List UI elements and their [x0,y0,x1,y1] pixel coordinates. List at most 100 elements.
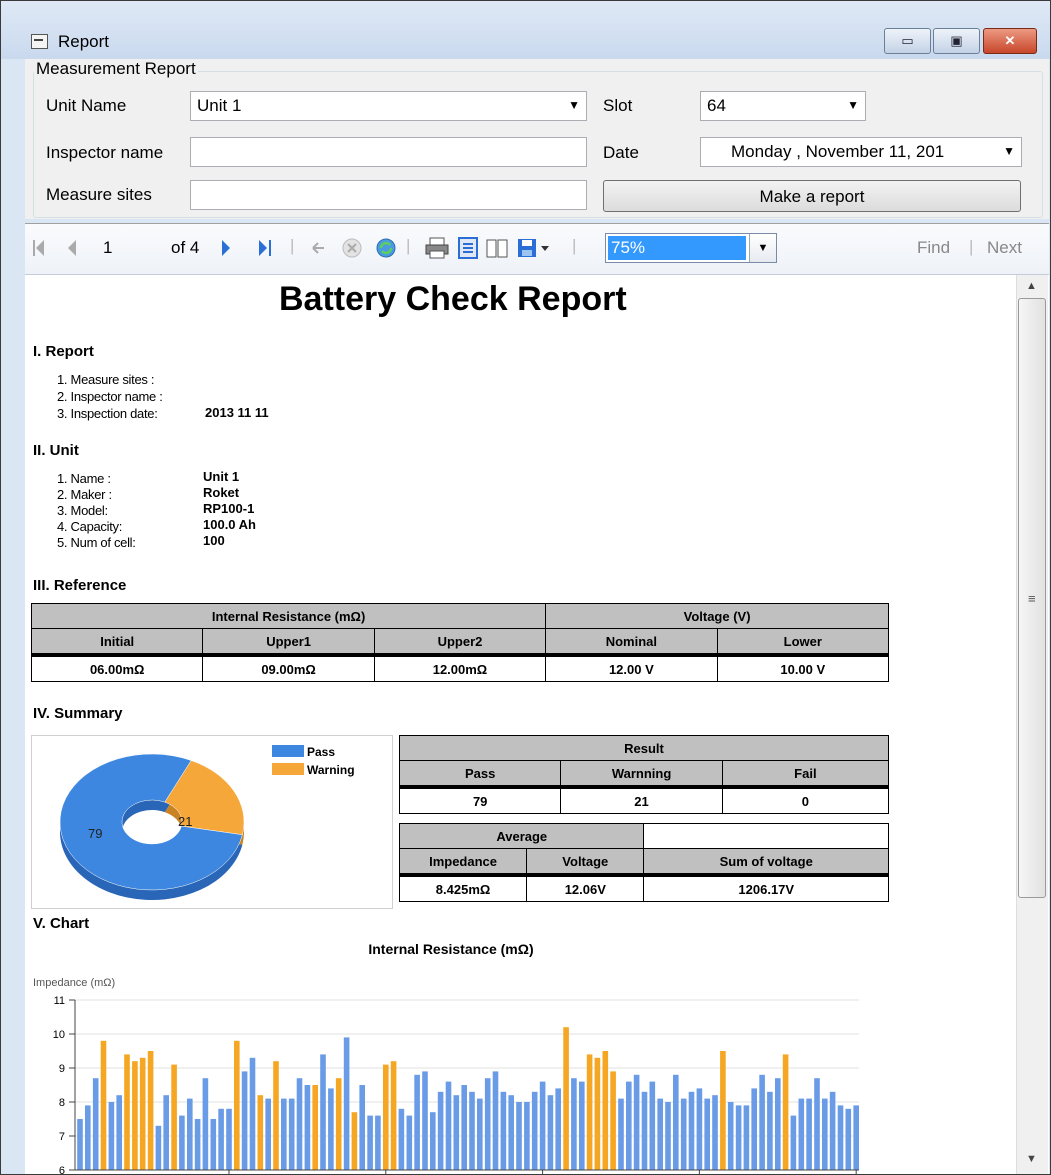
legend-label: Warning [307,763,355,777]
chart-title: Internal Resistance (mΩ) [368,941,533,957]
unit-name-label: Unit Name [46,96,127,115]
table-cell: 06.00mΩ [30,653,204,682]
chart-bar [641,1091,648,1170]
refresh-icon[interactable] [375,237,397,259]
report-window: Report ▭ ▣ ✕ Measurement Report Unit Nam… [0,0,1051,1175]
current-page-input[interactable]: 1 [103,238,112,258]
section-reference: III. Reference [33,577,127,594]
stop-icon[interactable] [341,237,363,259]
last-page-icon[interactable] [258,237,272,259]
chart-bar [579,1081,585,1170]
chart-bar [116,1095,122,1170]
chart-bar [375,1115,381,1170]
unit-value: RP100-1 [203,501,255,516]
table-cell: 0 [721,785,890,814]
chart-bar [422,1071,428,1170]
chart-bar [226,1108,232,1170]
scroll-up-icon[interactable]: ▲ [1026,280,1037,292]
unit-item: 3. Model: [57,503,108,518]
chart-bar [712,1095,718,1170]
chart-bar [618,1098,624,1170]
chart-bar [383,1064,389,1170]
unit-item: 4. Capacity: [57,519,123,534]
toolbar-separator: | [969,237,974,256]
chart-bar [665,1102,671,1170]
back-icon[interactable] [311,237,325,259]
chart-bar [469,1091,475,1170]
chart-bar [767,1091,773,1170]
print-icon[interactable] [425,237,449,259]
chart-bar [531,1091,538,1170]
measure-sites-input[interactable] [190,180,587,210]
vertical-scrollbar[interactable]: ▲ ≡ ▼ [1016,275,1048,1174]
chart-bar [296,1078,303,1170]
title-bar[interactable]: Report ▭ ▣ ✕ [1,1,1050,59]
chart-bar [539,1081,546,1170]
unit-name-value: Unit 1 [197,96,242,115]
first-page-icon[interactable] [33,237,45,259]
y-tick-label: 8 [59,1097,65,1109]
legend-swatch-warning [272,763,304,775]
export-icon[interactable] [517,237,551,259]
chart-bar [92,1078,99,1170]
chart-bar [85,1105,91,1170]
inspector-name-input[interactable] [190,137,587,167]
chart-bar [563,1027,569,1170]
maximize-button[interactable]: ▣ [933,28,980,54]
chart-bar [320,1054,326,1170]
slot-label: Slot [603,96,633,115]
viewer-toolbar: 1 of 4 | | | 75% ▼ Find | Next [25,224,1049,275]
scrollbar-thumb[interactable]: ≡ [1018,298,1046,898]
column-header: Nominal [545,628,718,656]
make-report-button[interactable]: Make a report [603,180,1021,212]
close-button[interactable]: ✕ [983,28,1037,54]
y-tick-label: 10 [53,1029,65,1041]
chart-bar [430,1112,436,1170]
chart-bar [822,1098,828,1170]
group-title: Measurement Report [34,59,198,79]
section-unit: II. Unit [33,442,79,459]
chart-bar [775,1078,781,1170]
chart-bar [273,1061,279,1170]
next-link[interactable]: Next [987,238,1022,258]
date-value: Monday , November 11, 201 [731,142,945,161]
column-header: Upper1 [202,628,375,656]
next-page-icon[interactable] [221,237,231,259]
chart-bar [829,1091,836,1170]
page-setup-icon[interactable] [485,237,509,259]
table-cell: 12.00mΩ [373,653,547,682]
chevron-down-icon[interactable]: ▼ [749,234,776,262]
find-link[interactable]: Find [917,238,950,258]
slot-dropdown[interactable]: 64 ▼ [700,91,866,121]
chart-bar [218,1108,224,1170]
chart-bar [335,1078,342,1170]
average-table: Average Impedance Voltage Sum of voltage… [398,823,889,902]
blank-cell [643,823,889,849]
unit-name-dropdown[interactable]: Unit 1 ▼ [190,91,587,121]
chart-bar [461,1085,467,1170]
report-item: 2. Inspector name : [57,389,163,404]
result-table: Result Pass Warnning Fail 79 21 0 [398,735,890,814]
minimize-button[interactable]: ▭ [884,28,931,54]
average-header: Average [398,823,645,849]
zoom-dropdown[interactable]: 75% ▼ [605,233,777,263]
chart-bar [281,1098,287,1170]
chevron-down-icon: ▼ [568,98,580,112]
chart-bar [798,1098,805,1170]
chart-bar [720,1051,726,1170]
chart-bar [187,1098,193,1170]
chart-bar [477,1098,483,1170]
reference-table: Internal Resistance (mΩ) Voltage (V) Ini… [30,603,890,682]
print-layout-icon[interactable] [457,237,479,259]
chart-bar [234,1040,240,1170]
chart-bar [414,1074,420,1170]
scroll-down-icon[interactable]: ▼ [1026,1153,1037,1165]
chart-bar [359,1085,365,1170]
chart-bar [77,1119,83,1170]
chart-bar [594,1057,601,1170]
app-icon[interactable] [31,34,48,49]
column-header: Warnning [560,760,723,788]
previous-page-icon[interactable] [67,237,77,259]
date-picker[interactable]: Monday , November 11, 201 ▼ [700,137,1022,167]
chart-bar [390,1061,397,1170]
